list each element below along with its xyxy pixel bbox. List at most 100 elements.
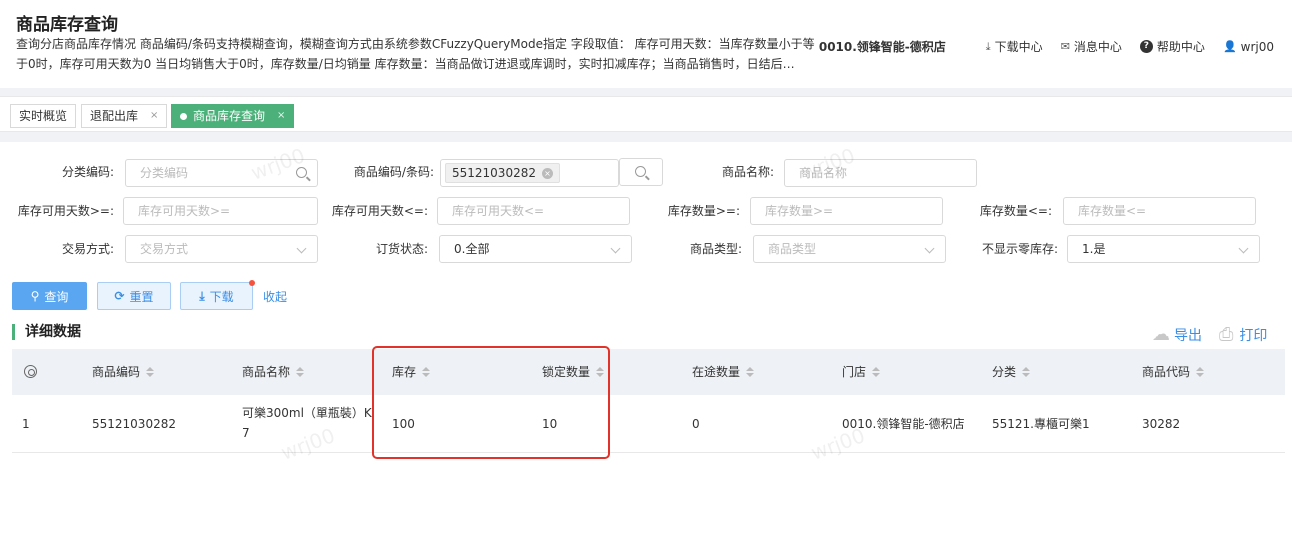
- product-name-line: 可樂300ml（單瓶裝）K: [242, 406, 372, 420]
- message-center-link[interactable]: ✉ 消息中心: [1061, 38, 1122, 55]
- days-max-input[interactable]: 库存可用天数<=: [437, 197, 630, 225]
- tab-label: 商品库存查询: [193, 109, 266, 123]
- tab-inventory-query[interactable]: 商品库存查询 ×: [171, 104, 295, 128]
- collapse-link[interactable]: 收起: [263, 288, 287, 305]
- page-description: 查询分店商品库存情况 商品编码/条码支持模糊查询，模糊查询方式由系统参数CFuz…: [16, 37, 815, 71]
- search-icon: [635, 166, 646, 177]
- column-label: 商品编码: [92, 365, 141, 379]
- download-button[interactable]: ⤓ 下载: [180, 282, 253, 310]
- reset-button[interactable]: ⟳ 重置: [97, 282, 171, 310]
- hide-zero-label: 不显示零库存:: [981, 242, 1058, 256]
- qty-min-input[interactable]: 库存数量>=: [750, 197, 943, 225]
- chip-value: 55121030282: [452, 166, 536, 180]
- header-toolbar: 0010.领锋智能-德积店 ⤓ 下载中心 ✉ 消息中心 ? 帮助中心 👤 wrj…: [819, 38, 1274, 55]
- refresh-icon: ⟳: [114, 289, 125, 303]
- qty-max-label: 库存数量<=:: [979, 204, 1052, 218]
- download-icon: ⤓: [985, 39, 991, 53]
- download-icon: ⤓: [199, 288, 205, 303]
- product-type-placeholder: 商品类型: [768, 242, 817, 256]
- printer-icon: ⎙: [1219, 324, 1234, 345]
- close-icon[interactable]: ×: [277, 105, 285, 127]
- help-center-link[interactable]: ? 帮助中心: [1139, 38, 1205, 55]
- cell-category: 55121.專櫃可樂1: [992, 417, 1090, 431]
- tab-realtime-overview[interactable]: 实时概览: [10, 104, 77, 128]
- download-label: 下载: [209, 289, 234, 304]
- help-center-label: 帮助中心: [1156, 40, 1205, 54]
- product-code-chip: 55121030282 ×: [445, 163, 560, 183]
- order-status-label: 订货状态:: [375, 242, 428, 256]
- active-dot-icon: [180, 112, 187, 120]
- product-name-label: 商品名称:: [721, 165, 774, 179]
- chevron-down-icon: [296, 243, 307, 254]
- tab-return-outbound[interactable]: 退配出库 ×: [81, 104, 168, 128]
- chevron-down-icon: [924, 243, 935, 254]
- hide-zero-select[interactable]: 1.是: [1067, 235, 1260, 263]
- page-header: 商品库存查询 查询分店商品库存情况 商品编码/条码支持模糊查询，模糊查询方式由系…: [0, 0, 1292, 88]
- trade-mode-label: 交易方式:: [61, 242, 114, 256]
- settings-gear-icon[interactable]: [24, 365, 37, 378]
- product-search-button[interactable]: [619, 158, 663, 186]
- column-label: 在途数量: [692, 365, 741, 379]
- days-max-label: 库存可用天数<=:: [331, 204, 428, 218]
- user-icon: 👤: [1222, 40, 1237, 53]
- sort-icon[interactable]: [1196, 367, 1205, 377]
- column-header-product-code[interactable]: 商品编码: [92, 349, 155, 395]
- category-code-placeholder: 分类编码: [140, 166, 189, 180]
- column-label: 商品名称: [242, 365, 291, 379]
- days-min-input[interactable]: 库存可用天数>=: [123, 197, 318, 225]
- order-status-select[interactable]: 0.全部: [439, 235, 632, 263]
- close-icon[interactable]: ×: [150, 105, 158, 127]
- user-menu[interactable]: 👤 wrj00: [1223, 40, 1274, 54]
- qty-min-label: 库存数量>=:: [667, 204, 740, 218]
- print-button[interactable]: ⎙ 打印: [1219, 324, 1267, 345]
- column-label: 商品代码: [1142, 365, 1191, 379]
- export-button[interactable]: ☁ 导出: [1152, 324, 1202, 345]
- query-label: 查询: [44, 289, 69, 304]
- sort-icon[interactable]: [1022, 367, 1031, 377]
- column-header-category[interactable]: 分类: [992, 349, 1031, 395]
- download-center-link[interactable]: ⤓ 下载中心: [986, 38, 1043, 55]
- sort-icon[interactable]: [296, 367, 305, 377]
- qty-min-placeholder: 库存数量>=: [765, 204, 834, 218]
- cell-item-code: 30282: [1142, 417, 1181, 431]
- sort-icon[interactable]: [872, 367, 881, 377]
- page-title: 商品库存查询: [16, 15, 118, 35]
- tab-label: 实时概览: [19, 109, 68, 123]
- table-row[interactable]: 1 55121030282 可樂300ml（單瓶裝）K 7 100 10 0 0…: [12, 395, 1285, 453]
- column-label: 分类: [992, 365, 1017, 379]
- chevron-down-icon: [1238, 243, 1249, 254]
- product-code-input[interactable]: 55121030282 ×: [440, 159, 619, 187]
- query-button[interactable]: ⚲ 查询: [12, 282, 87, 310]
- column-label: 门店: [842, 365, 867, 379]
- days-min-placeholder: 库存可用天数>=: [138, 204, 231, 218]
- help-icon: ?: [1139, 40, 1153, 53]
- clear-chip-icon[interactable]: ×: [541, 167, 553, 179]
- column-header-item-code[interactable]: 商品代码: [1142, 349, 1205, 395]
- column-header-in-transit[interactable]: 在途数量: [692, 349, 755, 395]
- message-center-label: 消息中心: [1073, 40, 1122, 54]
- export-label: 导出: [1174, 327, 1202, 344]
- cloud-download-icon: ☁: [1152, 324, 1170, 345]
- current-store: 0010.领锋智能-德积店: [818, 40, 946, 54]
- qty-max-input[interactable]: 库存数量<=: [1063, 197, 1256, 225]
- cell-product-code: 55121030282: [92, 417, 176, 431]
- mail-icon: ✉: [1060, 40, 1070, 53]
- days-max-placeholder: 库存可用天数<=: [452, 204, 545, 218]
- trade-mode-placeholder: 交易方式: [140, 242, 189, 256]
- download-center-label: 下载中心: [994, 40, 1043, 54]
- category-code-label: 分类编码:: [61, 165, 114, 179]
- chevron-down-icon: [610, 243, 621, 254]
- notification-dot: [249, 280, 255, 286]
- column-header-product-name[interactable]: 商品名称: [242, 349, 305, 395]
- sort-icon[interactable]: [146, 367, 155, 377]
- column-header-store[interactable]: 门店: [842, 349, 881, 395]
- main-panel: 分类编码: 分类编码 商品编码/条码: 55121030282 × 商品名称: …: [0, 142, 1292, 538]
- tab-label: 退配出库: [90, 109, 139, 123]
- sort-icon[interactable]: [746, 367, 755, 377]
- print-label: 打印: [1239, 327, 1268, 344]
- reset-label: 重置: [129, 289, 154, 304]
- product-code-label: 商品编码/条码:: [353, 165, 434, 179]
- product-type-select[interactable]: 商品类型: [753, 235, 946, 263]
- search-icon: ⚲: [30, 289, 40, 303]
- trade-mode-select[interactable]: 交易方式: [125, 235, 318, 263]
